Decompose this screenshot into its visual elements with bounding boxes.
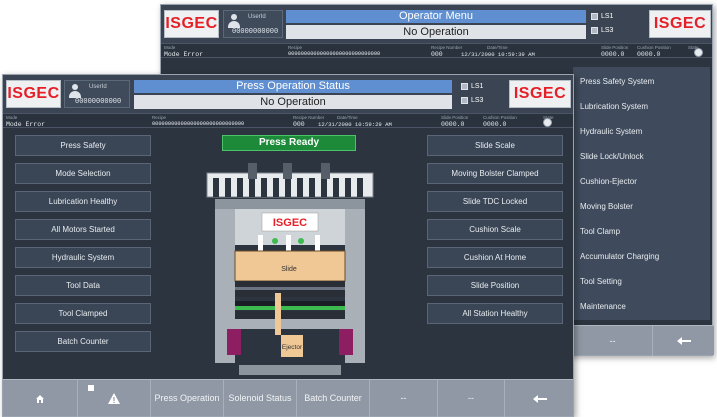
logo-text: ISGEC (513, 85, 567, 102)
logo-right: ISGEC (509, 80, 571, 108)
mode-caption: Mode (6, 115, 18, 120)
status-slide-scale[interactable]: Slide Scale (427, 135, 563, 156)
user-number: 00000000000 (232, 28, 279, 36)
warning-icon (108, 393, 120, 404)
alarm-button[interactable] (78, 380, 151, 417)
status-lubrication-healthy[interactable]: Lubrication Healthy (15, 191, 151, 212)
logo-text: ISGEC (653, 15, 707, 32)
logo-text: ISGEC (7, 85, 60, 102)
press-diagram: ISGEC Slide Ejector (206, 163, 374, 375)
bottom-toolbar: Press Operation Solenoid Status Batch Co… (3, 379, 575, 417)
user-number: 00000000000 (75, 98, 122, 106)
back-button[interactable] (653, 326, 714, 356)
datetime-value: 12/31/2000 10:59:29 AM (318, 121, 392, 128)
user-box[interactable]: UserId 00000000000 (223, 10, 283, 38)
recipe-value: 00000000000000000000000000000 (152, 121, 245, 127)
status-all-motors-started[interactable]: All Motors Started (15, 219, 151, 240)
state-indicator (543, 118, 552, 127)
ls3-indicator: LS3 (461, 97, 483, 104)
state-indicator (694, 48, 703, 57)
ls3-indicator: LS3 (591, 27, 613, 34)
recipe-caption: Recipe (288, 45, 303, 50)
logo-left: ISGEC (164, 10, 219, 38)
recipe-number-caption: Recipe Number (293, 115, 325, 120)
ls1-indicator: LS1 (461, 83, 483, 90)
status-batch-counter[interactable]: Batch Counter (15, 331, 151, 352)
recipe-number-caption: Recipe Number (431, 45, 463, 50)
status-tool-clamped[interactable]: Tool Clamped (15, 303, 151, 324)
back-toolbar: -- (573, 325, 714, 356)
status-slide-tdc-locked[interactable]: Slide TDC Locked (427, 191, 563, 212)
slide-position-caption: Slide Position (601, 45, 629, 50)
ls1-indicator: LS1 (591, 13, 613, 20)
press-operation-button[interactable]: Press Operation (151, 380, 224, 417)
slide-position-value: 0000.0 (601, 51, 625, 58)
status-cushion-at-home[interactable]: Cushion At Home (427, 247, 563, 268)
back-arrow-icon (676, 337, 691, 345)
status-press-safety[interactable]: Press Safety (15, 135, 151, 156)
operation-status: No Operation (134, 95, 452, 109)
toolbar-empty-1[interactable]: -- (370, 380, 438, 417)
back-arrow-icon (533, 394, 547, 403)
toolbar-empty-2[interactable]: -- (438, 380, 505, 417)
logo-left: ISGEC (6, 80, 61, 108)
menu-maintenance[interactable]: Maintenance (573, 292, 710, 321)
screen-title: Press Operation Status (134, 80, 452, 93)
home-icon (36, 394, 44, 403)
info-bar: Mode Mode Error Recipe 00000000000000000… (161, 43, 712, 58)
status-slide-position[interactable]: Slide Position (427, 275, 563, 296)
logo-text: ISGEC (165, 15, 218, 32)
screen-title: Operator Menu (286, 10, 586, 23)
status-hydraulic-system[interactable]: Hydraulic System (15, 247, 151, 268)
operation-status: No Operation (286, 25, 586, 39)
press-diagram-area: Press Ready ISGEC Slide Ejector (155, 129, 425, 381)
header: ISGEC UserId 00000000000 Press Operation… (3, 75, 573, 113)
status-tool-data[interactable]: Tool Data (15, 275, 151, 296)
recipe-number-value: 000 (431, 51, 443, 58)
mode-caption: Mode (164, 45, 176, 50)
toolbar-empty[interactable]: -- (573, 326, 653, 356)
datetime-caption: Date/Time (487, 45, 508, 50)
recipe-number-value: 000 (293, 121, 305, 128)
press-logo: ISGEC (273, 217, 307, 229)
datetime-caption: Date/Time (337, 115, 358, 120)
datetime-value: 12/31/2000 10:59:39 AM (461, 51, 535, 58)
user-icon (228, 14, 240, 28)
batch-counter-button[interactable]: Batch Counter (297, 380, 370, 417)
ejector-label: Ejector (282, 344, 303, 351)
header: ISGEC UserId 00000000000 Operator Menu N… (161, 5, 712, 43)
cushion-position-value: 0000.0 (483, 121, 507, 128)
mode-value: Mode Error (164, 51, 204, 58)
back-button[interactable] (505, 380, 575, 417)
status-moving-bolster-clamped[interactable]: Moving Bolster Clamped (427, 163, 563, 184)
slide-position-value: 0000.0 (441, 121, 465, 128)
status-cushion-scale[interactable]: Cushion Scale (427, 219, 563, 240)
solenoid-status-button[interactable]: Solenoid Status (224, 380, 297, 417)
user-box[interactable]: UserId 00000000000 (64, 80, 130, 108)
status-mode-selection[interactable]: Mode Selection (15, 163, 151, 184)
slide-position-caption: Slide Position (441, 115, 469, 120)
logo-right: ISGEC (649, 10, 711, 38)
cushion-position-caption: Cushion Position (483, 115, 517, 120)
press-operation-status-screen: ISGEC UserId 00000000000 Press Operation… (2, 74, 574, 417)
info-bar: Mode Mode Error Recipe 00000000000000000… (3, 113, 573, 128)
user-id-label: UserId (89, 84, 107, 90)
recipe-caption: Recipe (152, 115, 167, 120)
slide-label: Slide (281, 266, 297, 273)
mode-value: Mode Error (6, 121, 46, 128)
user-id-label: UserId (248, 14, 266, 20)
status-all-station-healthy[interactable]: All Station Healthy (427, 303, 563, 324)
alarm-indicator (88, 385, 94, 391)
home-button[interactable] (3, 380, 78, 417)
cushion-position-caption: Cushion Position (637, 45, 671, 50)
recipe-value: 00000000000000000000000000000 (288, 51, 381, 57)
cushion-position-value: 0000.0 (637, 51, 661, 58)
user-icon (69, 84, 81, 98)
